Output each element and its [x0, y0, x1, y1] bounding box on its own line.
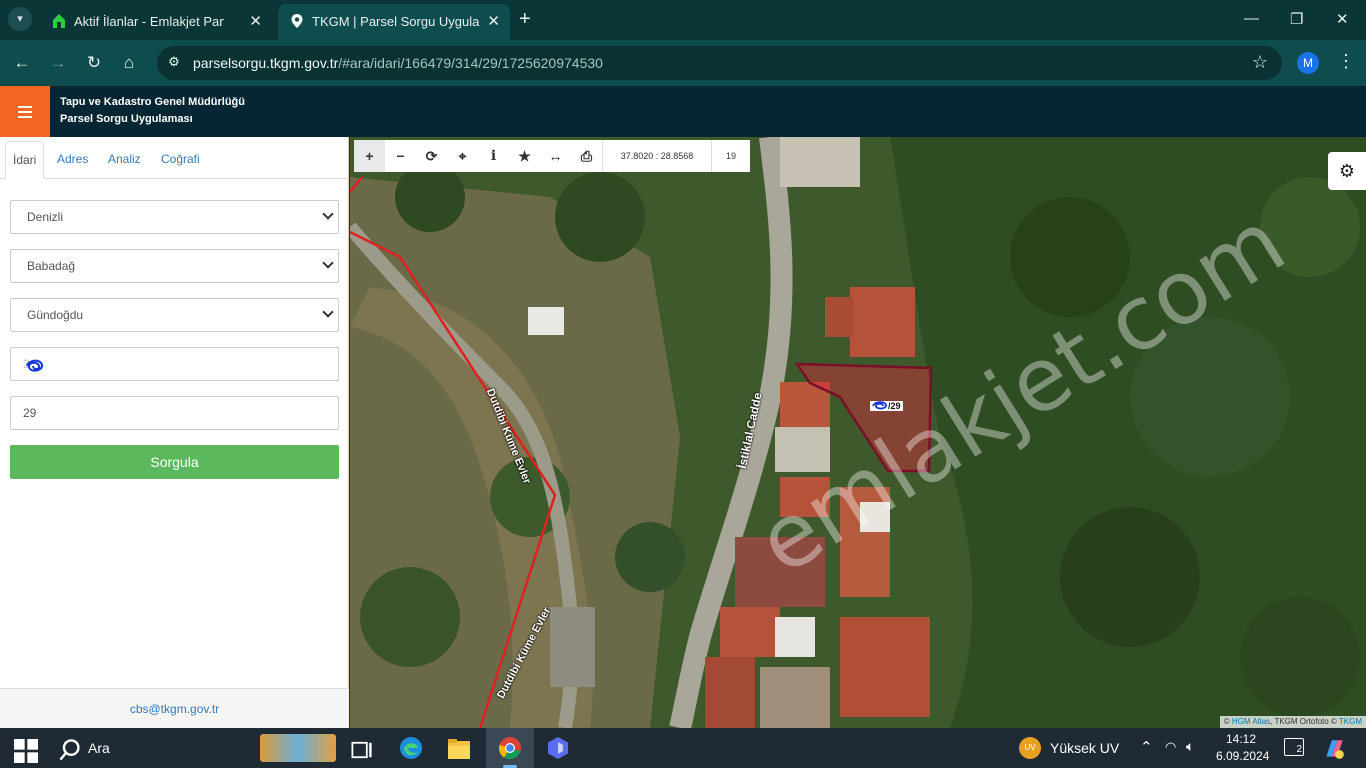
- clock-time[interactable]: 14:12: [1226, 732, 1256, 746]
- site-info-icon[interactable]: ⚙: [165, 54, 183, 72]
- browser-menu-icon[interactable]: ⋮: [1337, 51, 1355, 72]
- browser-tab-strip: ▾ Aktif İlanlar - Emlakjet Panel ✕ TKGM …: [0, 0, 1366, 40]
- clock-date[interactable]: 6.09.2024: [1216, 749, 1269, 763]
- ilce-select[interactable]: Babadağ: [10, 249, 339, 283]
- hgm-atlas-link[interactable]: HGM Atlas: [1232, 717, 1270, 726]
- tab-cografi[interactable]: Coğrafi: [154, 141, 207, 179]
- parsel-value: 29: [23, 406, 37, 420]
- contact-email[interactable]: cbs@tkgm.gov.tr: [0, 688, 349, 728]
- print-icon[interactable]: ⎙: [571, 140, 602, 172]
- tab-analiz[interactable]: Analiz: [101, 141, 148, 179]
- windows-taskbar: Ara UV Yüksek UV ⌃ ◠ 🔈︎ 14:12 6.09.2024 …: [0, 728, 1366, 768]
- scribble-mark-icon: [872, 401, 887, 410]
- tkgm-link[interactable]: TKGM: [1339, 717, 1362, 726]
- uv-badge[interactable]: UV: [1019, 737, 1041, 759]
- address-bar[interactable]: ⚙ parselsorgu.tkgm.gov.tr/#ara/idari/166…: [157, 46, 1282, 80]
- il-value: Denizli: [27, 210, 64, 224]
- app-header: Tapu ve Kadastro Genel Müdürlüğü Parsel …: [0, 86, 1366, 137]
- info-icon[interactable]: i: [478, 140, 509, 172]
- zoom-level: 19: [725, 151, 736, 161]
- org-name: Tapu ve Kadastro Genel Müdürlüğü: [60, 96, 245, 108]
- search-icon[interactable]: [58, 738, 82, 762]
- minimize-icon[interactable]: —: [1244, 10, 1259, 27]
- map-toolbar: + − ⟳ ⌖ i ★ ↔ ⎙ 37.8020 : 28.8568 19: [354, 140, 750, 172]
- home-icon[interactable]: ⌂: [118, 53, 140, 73]
- chevron-down-icon: [322, 306, 334, 318]
- mahalle-select[interactable]: Gündoğdu: [10, 298, 339, 332]
- url-text[interactable]: parselsorgu.tkgm.gov.tr/#ara/idari/16647…: [193, 55, 603, 71]
- map-pin-icon: [291, 14, 303, 28]
- settings-gear-icon[interactable]: ⚙: [1328, 152, 1366, 190]
- profile-avatar[interactable]: M: [1297, 52, 1319, 74]
- chevron-down-icon: [322, 208, 334, 220]
- zoom-out-icon[interactable]: −: [385, 140, 416, 172]
- close-icon[interactable]: ✕: [249, 12, 262, 30]
- scribble-mark-icon: [26, 359, 43, 372]
- il-select[interactable]: Denizli: [10, 200, 339, 234]
- ada-input[interactable]: 3: [10, 347, 339, 381]
- zoom-in-icon[interactable]: +: [354, 140, 385, 172]
- forward-arrow-icon[interactable]: →: [47, 53, 69, 73]
- map-attribution: © HGM Atlas, TKGM Ortofoto © TKGM: [1219, 716, 1366, 728]
- map-view[interactable]: emlakjet.com Dutdibi Küme Evler İstiklal…: [350, 137, 1366, 728]
- bookmark-star-icon[interactable]: ☆: [1252, 52, 1268, 73]
- back-arrow-icon[interactable]: ←: [11, 53, 33, 73]
- browser-toolbar: ← → ↻ ⌂ ⚙ parselsorgu.tkgm.gov.tr/#ara/i…: [0, 40, 1366, 86]
- search-highlight-image[interactable]: [260, 734, 336, 762]
- wifi-icon[interactable]: ◠: [1165, 739, 1176, 755]
- file-explorer-icon[interactable]: [447, 737, 471, 761]
- chevron-down-icon: [322, 257, 334, 269]
- reload-icon[interactable]: ↻: [83, 53, 105, 73]
- mahalle-value: Gündoğdu: [27, 308, 84, 322]
- app-hexagon-icon[interactable]: [546, 736, 570, 760]
- hamburger-menu-icon[interactable]: [0, 86, 50, 137]
- window-close-icon[interactable]: ✕: [1336, 10, 1349, 28]
- tab-tkgm[interactable]: TKGM | Parsel Sorgu Uygulaması ✕: [278, 4, 510, 40]
- locate-icon[interactable]: ⌖: [447, 140, 478, 172]
- sorgula-button[interactable]: Sorgula: [10, 445, 339, 479]
- restore-icon[interactable]: ❐: [1290, 10, 1303, 28]
- parsel-input[interactable]: 29: [10, 396, 339, 430]
- taskbar-search[interactable]: Ara: [88, 740, 110, 756]
- parcel-label: /29: [870, 401, 903, 411]
- notification-icon[interactable]: 2: [1284, 738, 1304, 756]
- chrome-icon: [498, 737, 521, 760]
- query-panel: İdari Adres Analiz Coğrafi Denizli Babad…: [0, 137, 349, 728]
- chrome-taskbar-button[interactable]: [486, 728, 534, 768]
- tab-adres[interactable]: Adres: [50, 141, 95, 179]
- close-icon[interactable]: ✕: [487, 12, 500, 30]
- volume-icon[interactable]: 🔈︎: [1186, 738, 1194, 755]
- weather-text[interactable]: Yüksek UV: [1050, 740, 1119, 756]
- chevron-up-icon[interactable]: ⌃: [1140, 738, 1153, 756]
- emlakjet-house-icon: [53, 14, 65, 28]
- copilot-icon[interactable]: [1322, 737, 1346, 761]
- app-name: Parsel Sorgu Uygulaması: [60, 113, 193, 125]
- tab-emlakjet[interactable]: Aktif İlanlar - Emlakjet Panel ✕: [40, 4, 272, 40]
- tab-title: TKGM | Parsel Sorgu Uygulaması: [312, 14, 480, 29]
- ilce-value: Babadağ: [27, 259, 76, 273]
- coordinate-readout: 37.8020 : 28.8568: [602, 140, 712, 172]
- edge-browser-icon[interactable]: [399, 736, 423, 760]
- task-view-icon[interactable]: [350, 738, 374, 762]
- new-tab-icon[interactable]: +: [519, 9, 531, 29]
- tab-idari[interactable]: İdari: [5, 141, 45, 179]
- tab-search-dropdown-icon[interactable]: ▾: [8, 7, 32, 31]
- refresh-icon[interactable]: ⟳: [416, 140, 447, 172]
- measure-icon[interactable]: ↔: [540, 140, 571, 172]
- star-icon[interactable]: ★: [509, 140, 540, 172]
- tab-title: Aktif İlanlar - Emlakjet Panel: [74, 14, 224, 29]
- windows-start-icon[interactable]: [14, 739, 38, 763]
- query-tabs: İdari Adres Analiz Coğrafi: [0, 137, 349, 179]
